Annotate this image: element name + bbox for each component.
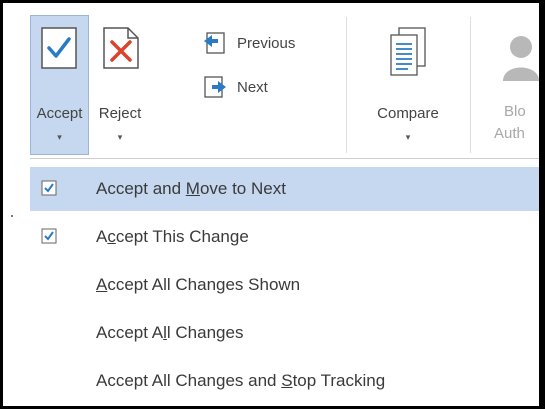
review-ribbon: Accept ▾ Reject ▾ Previous Next Compare … — [3, 3, 539, 157]
menu-item-label: Accept All Changes Shown — [96, 275, 301, 294]
compare-label: Compare — [377, 105, 439, 122]
accept-label: Accept — [36, 105, 83, 122]
ruler-mark — [11, 215, 13, 217]
accept-check-doc-icon — [41, 27, 77, 69]
group-separator — [470, 17, 471, 153]
block-authors-button: Blo Auth — [481, 15, 539, 155]
accept-button[interactable]: Accept ▾ — [30, 15, 89, 155]
block-authors-person-icon — [503, 36, 539, 81]
menu-item[interactable]: Accept This Change — [30, 215, 539, 259]
menu-item-label: Accept This Change — [96, 227, 249, 246]
previous-change-icon — [204, 32, 225, 54]
block-authors-label-line1: Blo — [504, 103, 526, 120]
compare-documents-icon — [390, 27, 426, 76]
block-authors-label-line2: Auth — [494, 125, 525, 142]
next-change-icon — [204, 76, 226, 98]
reject-button[interactable]: Reject ▾ — [91, 15, 149, 155]
next-button[interactable]: Next — [203, 75, 268, 99]
checkbox-check-icon — [41, 180, 57, 196]
group-separator — [346, 17, 347, 153]
checkbox-check-icon — [41, 228, 57, 244]
previous-label: Previous — [237, 34, 296, 52]
word-review-window: Accept ▾ Reject ▾ Previous Next Compare … — [3, 3, 539, 406]
accept-dropdown-menu: Accept and Move to Next Accept This Chan… — [30, 158, 539, 406]
menu-item-label: Accept All Changes and Stop Tracking — [96, 371, 386, 390]
menu-item[interactable]: Accept and Move to Next — [30, 167, 539, 211]
reject-label: Reject — [98, 105, 142, 122]
menu-item[interactable]: Accept All Changes and Stop Tracking — [30, 359, 539, 403]
compare-button[interactable]: Compare ▾ — [367, 15, 449, 155]
menu-item-label: Accept All Changes — [96, 323, 244, 342]
menu-item-label: Accept and Move to Next — [96, 179, 286, 198]
compare-dropdown-caret[interactable]: ▾ — [367, 132, 449, 143]
reject-x-doc-icon — [103, 27, 139, 69]
reject-dropdown-caret[interactable]: ▾ — [91, 132, 149, 143]
menu-item[interactable]: Accept All Changes Shown — [30, 263, 539, 307]
accept-dropdown-caret[interactable]: ▾ — [30, 132, 89, 143]
menu-item[interactable]: Accept All Changes — [30, 311, 539, 355]
previous-button[interactable]: Previous — [203, 31, 295, 55]
next-label: Next — [237, 78, 268, 96]
